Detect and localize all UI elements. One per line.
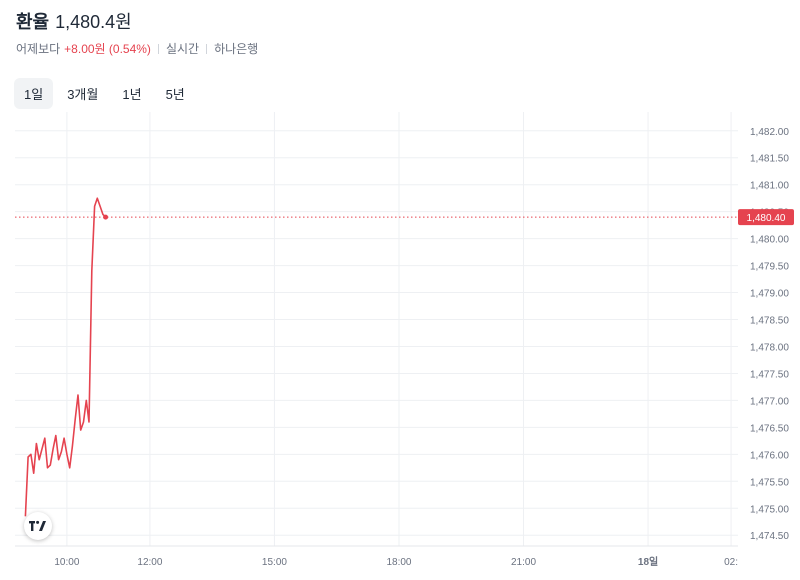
period-tabs: 1일 3개월 1년 5년 (14, 78, 195, 109)
change-value: +8.00원 (0.54%) (64, 42, 151, 56)
y-tick-label: 1,475.00 (750, 504, 789, 515)
page-title: 환율 (16, 12, 50, 32)
y-tick-label: 1,477.00 (750, 396, 789, 407)
y-tick-label: 1,475.50 (750, 477, 789, 488)
current-price: 1,480.4원 (55, 12, 132, 32)
y-tick-label: 1,478.50 (750, 316, 789, 327)
tab-1y[interactable]: 1년 (112, 78, 151, 109)
y-tick-label: 1,476.50 (750, 423, 789, 434)
series-line (24, 197, 107, 517)
y-tick-label: 1,480.00 (750, 235, 789, 246)
mode-label: 실시간 (165, 42, 200, 56)
x-tick-label: 15:00 (262, 557, 287, 568)
y-tick-label: 1,474.50 (750, 531, 789, 542)
last-point (103, 214, 109, 220)
tab-3m[interactable]: 3개월 (57, 78, 108, 109)
x-tick-label: 18일 (638, 555, 658, 568)
y-tick-label: 1,476.00 (750, 450, 789, 461)
y-tick-label: 1,478.00 (750, 342, 789, 353)
y-tick-label: 1,481.00 (750, 181, 789, 192)
last-price-label: 1,480.40 (747, 213, 786, 224)
x-tick-label: 02: (724, 557, 738, 568)
tradingview-icon (29, 520, 46, 531)
y-tick-label: 1,477.50 (750, 369, 789, 380)
header: 환율 1,480.4원 어제보다 +8.00원 (0.54%) 실시간 하나은행 (16, 8, 258, 57)
tab-1d[interactable]: 1일 (14, 78, 54, 109)
title-row: 환율 1,480.4원 (16, 8, 258, 34)
y-tick-label: 1,479.50 (750, 262, 789, 273)
source-label: 하나은행 (214, 42, 259, 56)
x-tick-label: 10:00 (54, 557, 79, 568)
change-row: 어제보다 +8.00원 (0.54%) 실시간 하나은행 (16, 40, 258, 57)
tab-5y[interactable]: 5년 (156, 78, 195, 109)
compare-label: 어제보다 (16, 42, 61, 56)
divider (206, 43, 208, 54)
x-tick-label: 21:00 (511, 557, 536, 568)
y-tick-label: 1,481.50 (750, 154, 789, 165)
tradingview-logo (24, 512, 52, 540)
exchange-rate-chart[interactable]: 1,482.001,481.501,481.001,480.501,480.00… (0, 112, 800, 580)
y-tick-label: 1,482.00 (750, 127, 789, 138)
x-tick-label: 18:00 (386, 557, 411, 568)
x-tick-label: 12:00 (137, 557, 162, 568)
divider (157, 43, 159, 54)
y-tick-label: 1,479.00 (750, 289, 789, 300)
